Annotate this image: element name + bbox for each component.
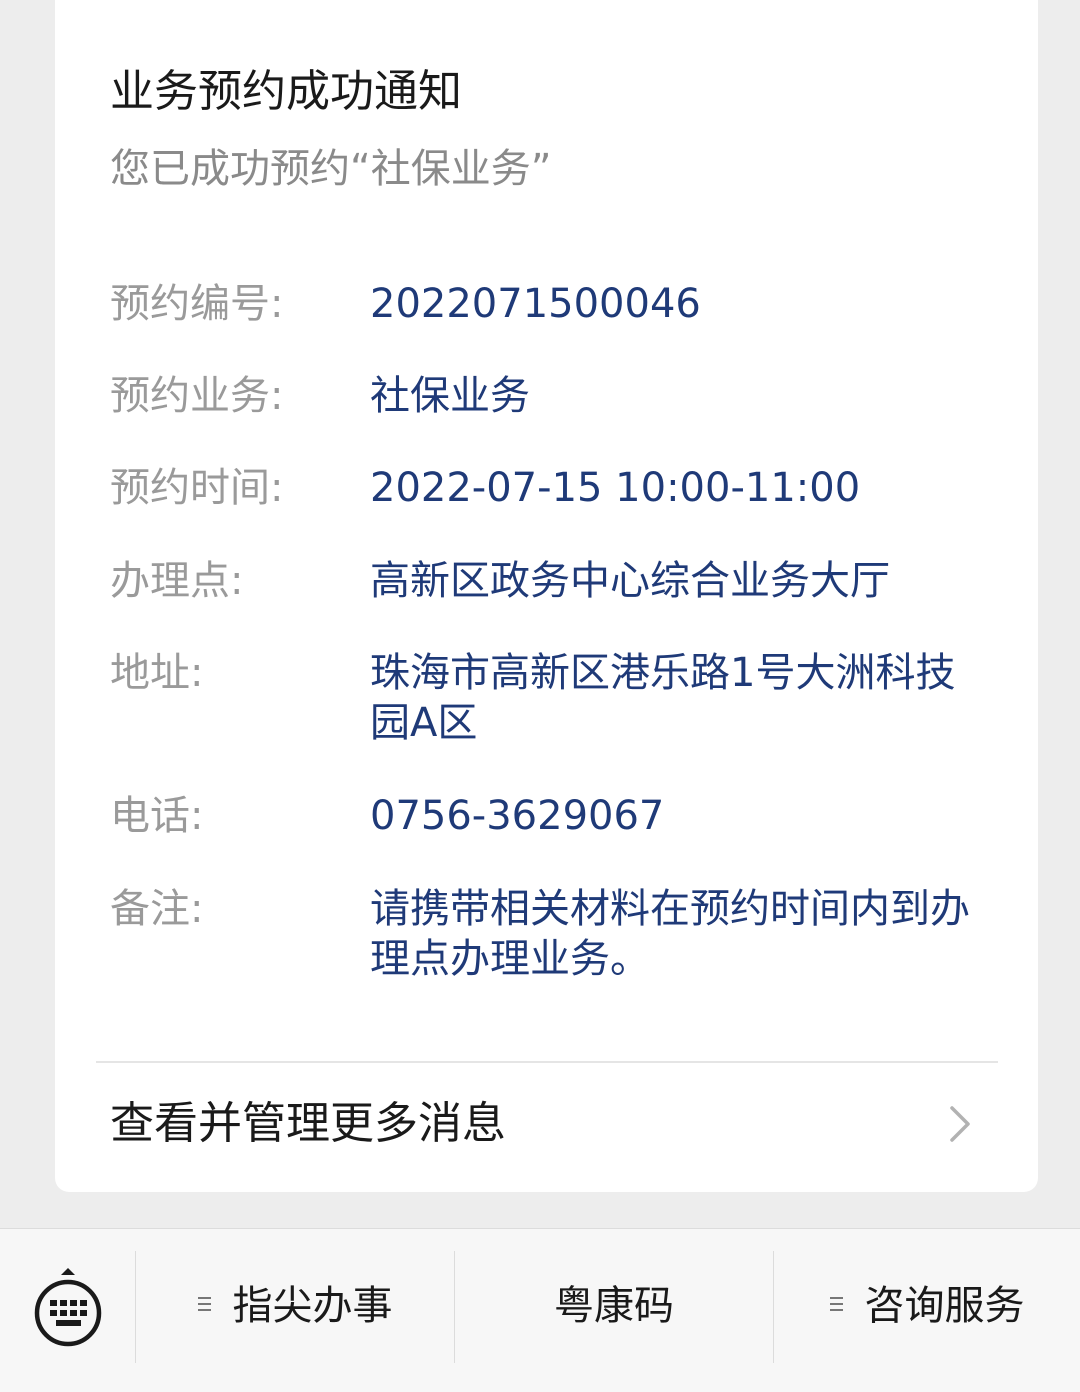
submenu-list-icon <box>829 1295 845 1317</box>
field-label: 预约业务: <box>110 373 284 419</box>
menu-item-label: 指尖办事 <box>232 1283 393 1329</box>
menu-item-consulting-services[interactable]: 咨询服务 <box>774 1229 1080 1392</box>
field-value: 社保业务 <box>370 373 530 419</box>
submenu-list-icon <box>197 1295 213 1317</box>
bottom-menu-bar: 指尖办事 粤康码 咨询服务 <box>0 1228 1080 1392</box>
field-value: 2022-07-15 10:00-11:00 <box>370 465 861 511</box>
field-value: 2022071500046 <box>370 281 701 327</box>
field-value: 请携带相关材料在预约时间内到办理点办理业务。 <box>370 886 970 982</box>
notice-subtitle: 您已成功预约“社保业务” <box>110 146 552 192</box>
keyboard-icon <box>30 1268 106 1357</box>
view-more-messages-link[interactable]: 查看并管理更多消息 <box>96 1064 998 1182</box>
field-label: 备注: <box>110 886 204 932</box>
field-label: 办理点: <box>110 558 244 604</box>
chevron-right-icon <box>942 1104 976 1144</box>
menu-item-fingertip-services[interactable]: 指尖办事 <box>136 1229 454 1392</box>
field-value: 0756-3629067 <box>370 793 665 839</box>
menu-item-label: 咨询服务 <box>864 1283 1025 1329</box>
field-label: 地址: <box>110 650 204 696</box>
field-label: 电话: <box>110 793 204 839</box>
field-label: 预约编号: <box>110 281 284 327</box>
menu-item-health-code[interactable]: 粤康码 <box>455 1229 773 1392</box>
field-value: 珠海市高新区港乐路1号大洲科技园A区 <box>370 650 956 746</box>
keyboard-toggle-button[interactable] <box>30 1267 106 1353</box>
notice-title: 业务预约成功通知 <box>110 66 462 117</box>
view-more-messages-label: 查看并管理更多消息 <box>110 1098 506 1149</box>
field-value: 高新区政务中心综合业务大厅 <box>370 558 890 604</box>
menu-item-label: 粤康码 <box>554 1283 674 1329</box>
card-divider <box>96 1061 998 1063</box>
field-label: 预约时间: <box>110 465 284 511</box>
